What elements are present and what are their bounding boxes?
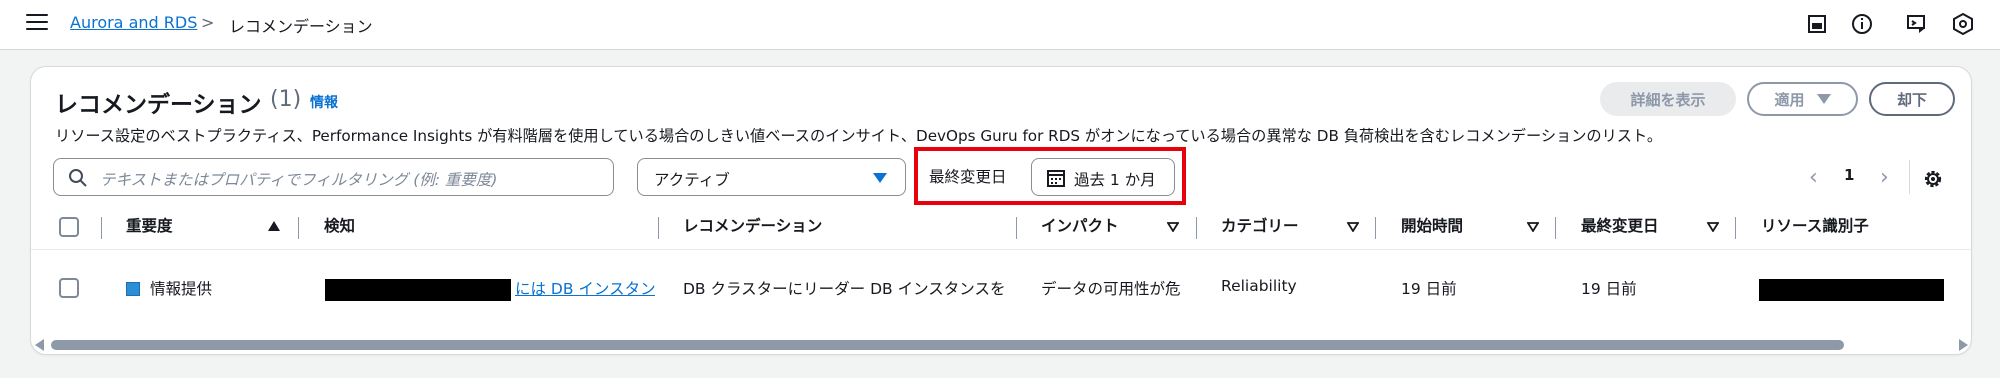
- column-divider[interactable]: [1016, 217, 1017, 239]
- pagination-divider: [1909, 160, 1910, 194]
- column-divider[interactable]: [1375, 217, 1376, 239]
- page-title: レコメンデーション: [55, 92, 262, 118]
- table-header-divider: [31, 249, 1971, 250]
- horizontal-scrollbar-thumb[interactable]: [51, 340, 1844, 350]
- view-details-button[interactable]: 詳細を表示: [1600, 82, 1736, 116]
- date-range-value: 過去 1 か月: [1074, 171, 1156, 189]
- pagination-prev-button[interactable]: ‹: [1809, 167, 1818, 189]
- impact-cell: データの可用性が危: [1041, 280, 1181, 298]
- search-placeholder: テキストまたはプロパティでフィルタリング (例: 重要度): [100, 171, 498, 189]
- column-divider[interactable]: [658, 217, 659, 239]
- caret-down-icon: [873, 173, 887, 183]
- column-header-impact[interactable]: インパクト: [1041, 214, 1119, 240]
- panel-description: リソース設定のベストプラクティス、Performance Insights が有…: [55, 127, 1663, 145]
- caret-down-icon: [1816, 94, 1831, 104]
- info-link[interactable]: 情報: [310, 92, 338, 112]
- breadcrumb-separator: >: [201, 13, 215, 32]
- severity-cell: 情報提供: [150, 280, 213, 298]
- search-icon: [69, 169, 87, 187]
- panel-icon[interactable]: [1805, 12, 1829, 36]
- breadcrumb-current: レコメンデーション: [229, 17, 373, 36]
- status-select[interactable]: アクティブ: [637, 158, 906, 196]
- recommendations-panel: レコメンデーション (1) 情報 リソース設定のベストプラクティス、Perfor…: [30, 66, 1972, 355]
- feedback-icon[interactable]: [1905, 12, 1929, 36]
- info-icon[interactable]: [1850, 12, 1874, 36]
- gear-icon[interactable]: [1922, 168, 1944, 190]
- sort-ascending-icon[interactable]: [268, 221, 280, 231]
- column-header-resource-id[interactable]: リソース識別子: [1761, 214, 1869, 240]
- start-time-cell: 19 日前: [1401, 280, 1457, 298]
- status-select-value: アクティブ: [654, 171, 730, 189]
- breadcrumb-aurora-rds-link[interactable]: Aurora and RDS: [70, 13, 197, 32]
- apply-button[interactable]: 適用: [1747, 82, 1858, 116]
- column-header-detection[interactable]: 検知: [324, 214, 355, 240]
- date-range-button[interactable]: 過去 1 か月: [1031, 158, 1175, 196]
- last-modified-label: 最終変更日: [929, 168, 1007, 186]
- detection-link[interactable]: には DB インスタン: [515, 277, 655, 299]
- column-divider[interactable]: [1196, 217, 1197, 239]
- last-modified-cell: 19 日前: [1581, 280, 1637, 298]
- column-header-category[interactable]: カテゴリー: [1221, 214, 1299, 240]
- sort-caret-icon[interactable]: [1167, 222, 1179, 232]
- severity-info-icon: [126, 282, 140, 296]
- settings-hex-icon[interactable]: [1951, 12, 1975, 36]
- column-divider[interactable]: [1555, 217, 1556, 239]
- apply-button-label: 適用: [1774, 90, 1805, 109]
- column-header-start-time[interactable]: 開始時間: [1401, 214, 1463, 240]
- dismiss-button[interactable]: 却下: [1869, 82, 1955, 116]
- column-divider[interactable]: [298, 217, 299, 239]
- scroll-right-arrow[interactable]: [1959, 339, 1968, 351]
- recommendation-cell: DB クラスターにリーダー DB インスタンスを: [683, 280, 1006, 298]
- category-cell: Reliability: [1221, 277, 1297, 295]
- column-header-recommendation[interactable]: レコメンデーション: [683, 214, 822, 240]
- row-checkbox[interactable]: [59, 278, 79, 298]
- calendar-icon: [1047, 170, 1065, 187]
- sort-caret-icon[interactable]: [1347, 222, 1359, 232]
- search-input[interactable]: テキストまたはプロパティでフィルタリング (例: 重要度): [53, 158, 614, 196]
- column-header-severity[interactable]: 重要度: [126, 214, 173, 240]
- redacted-db-identifier: [325, 279, 511, 301]
- column-header-last-modified[interactable]: 最終変更日: [1581, 214, 1659, 240]
- sort-caret-icon[interactable]: [1707, 222, 1719, 232]
- menu-icon[interactable]: [26, 14, 48, 32]
- pagination-page-number[interactable]: 1: [1844, 166, 1854, 184]
- sort-caret-icon[interactable]: [1527, 222, 1539, 232]
- recommendation-count: (1): [270, 87, 302, 112]
- scroll-left-arrow[interactable]: [35, 339, 44, 351]
- column-divider: [101, 217, 102, 239]
- select-all-checkbox[interactable]: [59, 217, 79, 237]
- pagination-next-button[interactable]: ›: [1880, 167, 1889, 189]
- top-navigation-bar: Aurora and RDS > レコメンデーション: [0, 0, 2000, 50]
- redacted-resource-identifier: [1759, 279, 1944, 301]
- column-divider[interactable]: [1735, 217, 1736, 239]
